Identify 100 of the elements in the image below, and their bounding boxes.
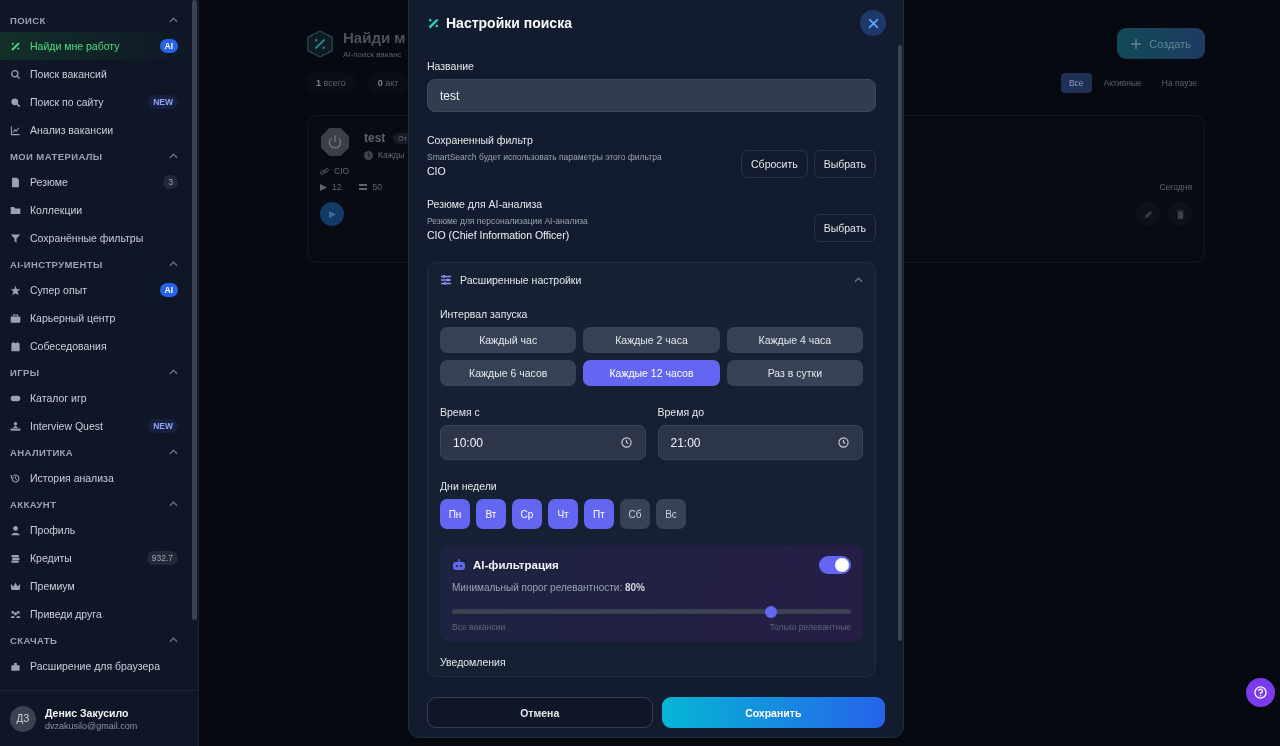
outline-button[interactable]: Выбрать — [813, 214, 876, 242]
count-badge: 3 — [163, 175, 178, 189]
interval-option[interactable]: Каждые 12 часов — [583, 360, 720, 386]
user-name: Денис Закусило — [45, 706, 130, 719]
nav-item[interactable]: Расширение для браузера — [0, 652, 192, 680]
interval-option[interactable]: Каждые 4 часа — [726, 327, 863, 353]
nav-item[interactable]: Супер опыт AI — [0, 276, 192, 304]
section-title: AI-фильтрация — [473, 559, 559, 571]
play-icon — [320, 183, 327, 191]
field-label: Время с — [440, 406, 481, 418]
field-label: Интервал запуска — [440, 308, 529, 320]
scrollbar[interactable] — [192, 0, 197, 620]
hint-text: Резюме для персонализации AI-анализа — [427, 215, 589, 226]
play-button[interactable] — [320, 202, 344, 226]
threshold-text: Минимальный порог релевантности: 80% — [452, 582, 646, 593]
nav-item[interactable]: Каталог игр — [0, 384, 192, 412]
slider-max-label: Только релевантные — [769, 622, 851, 632]
save-button[interactable]: Сохранить — [661, 697, 885, 728]
robot-icon — [452, 559, 466, 571]
section-title: МОИ МАТЕРИАЛЫ — [10, 150, 103, 162]
day-toggle[interactable]: Чт — [548, 499, 578, 529]
badge: NEW — [148, 419, 178, 433]
selected-value: CIO (Chief Information Officer) — [427, 228, 571, 241]
interval-option[interactable]: Каждые 2 часа — [583, 327, 720, 353]
day-toggle[interactable]: Сб — [620, 499, 650, 529]
day-toggle[interactable]: Вт — [476, 499, 506, 529]
clock-icon — [364, 150, 373, 160]
sliders-icon — [440, 273, 452, 286]
filter-tab[interactable]: Все — [1060, 73, 1092, 93]
time-field[interactable]: 10:00 — [440, 425, 646, 460]
close-button[interactable] — [860, 10, 886, 36]
nav-item[interactable]: Interview Quest NEW — [0, 412, 192, 440]
search-name: test — [364, 131, 386, 145]
nav-item[interactable]: История анализа — [0, 464, 192, 492]
name-field[interactable]: test — [427, 79, 876, 112]
slider-thumb[interactable] — [765, 605, 778, 618]
stat-chip: 0 акт — [368, 73, 408, 93]
sparkle-icon — [10, 40, 21, 52]
section-title: AI-ИНСТРУМЕНТЫ — [10, 258, 103, 270]
slider-min-label: Все вакансии — [452, 622, 506, 632]
nav-item[interactable]: Карьерный центр — [0, 304, 192, 332]
sparkle-icon — [427, 16, 440, 30]
nav-item[interactable]: Приведи друга — [0, 600, 192, 628]
clock-icon — [838, 437, 849, 448]
panel-header[interactable]: Расширенные настройки — [428, 263, 875, 296]
pencil-icon — [1143, 209, 1153, 219]
nav-item[interactable]: Кредиты 932.7 — [0, 544, 192, 572]
section-title: АККАУНТ — [10, 498, 57, 510]
run-count: 12 — [332, 182, 342, 192]
play-icon — [328, 210, 336, 218]
plus-icon — [1131, 38, 1142, 49]
clock-icon — [620, 437, 632, 448]
nav-item[interactable]: Резюме 3 — [0, 168, 192, 196]
nav-item[interactable]: Анализ вакансии — [0, 116, 192, 144]
outline-button[interactable]: Выбрать — [813, 150, 876, 178]
page-subtitle: AI-поиск ваканс — [343, 49, 403, 59]
selected-value: CIO — [427, 164, 447, 177]
trash-icon — [1175, 209, 1185, 219]
nav-item[interactable]: Сохранённые фильтры — [0, 224, 192, 252]
time-field[interactable]: 21:00 — [657, 425, 863, 460]
chart-icon — [10, 124, 21, 136]
field-label: Сохраненный фильтр — [427, 134, 534, 146]
nav-item[interactable]: Поиск вакансий — [0, 60, 192, 88]
outline-button[interactable]: Сбросить — [741, 150, 808, 178]
section-title: АНАЛИТИКА — [10, 446, 74, 458]
hint-text: SmartSearch будет использовать параметры этого фильтра — [427, 151, 663, 162]
interval-option[interactable]: Раз в сутки — [726, 360, 863, 386]
stat-chip: 1 всего — [307, 73, 355, 93]
help-button[interactable] — [1246, 678, 1275, 707]
avatar: ДЗ — [10, 705, 36, 732]
badge: NEW — [148, 95, 178, 109]
day-toggle[interactable]: Ср — [512, 499, 542, 529]
day-toggle[interactable]: Пн — [440, 499, 470, 529]
user-email: dvzakusilo@gmail.com — [45, 720, 138, 731]
nav-item[interactable]: Профиль — [0, 516, 192, 544]
nav-item[interactable]: Коллекции — [0, 196, 192, 224]
crown-icon — [10, 580, 21, 592]
page-title: Найди м — [343, 28, 406, 46]
count-badge: 932.7 — [146, 551, 178, 565]
nav-item[interactable]: Поиск по сайту NEW — [0, 88, 192, 116]
badge: AI — [159, 283, 178, 297]
search-icon — [10, 68, 21, 80]
stack-icon — [359, 183, 368, 191]
day-toggle[interactable]: Вс — [656, 499, 686, 529]
close-icon — [867, 17, 879, 29]
filter-name: CIO — [334, 166, 350, 176]
star-icon — [10, 284, 21, 296]
interval-option[interactable]: Каждые 6 часов — [440, 360, 577, 386]
schedule-text: Кажды — [378, 150, 405, 160]
toggle-switch[interactable] — [819, 556, 851, 574]
section-title: СКАЧАТЬ — [10, 634, 58, 646]
interval-option[interactable]: Каждый час — [440, 327, 577, 353]
day-toggle[interactable]: Пт — [584, 499, 614, 529]
cancel-button[interactable]: Отмена — [427, 697, 653, 728]
delete-button[interactable] — [1168, 202, 1192, 226]
nav-item[interactable]: Собеседования — [0, 332, 192, 360]
field-label: Дни недели — [440, 480, 498, 492]
section-title: ПОИСК — [10, 14, 46, 26]
chevron-up-icon — [854, 276, 863, 283]
nav-item[interactable]: Премиум — [0, 572, 192, 600]
